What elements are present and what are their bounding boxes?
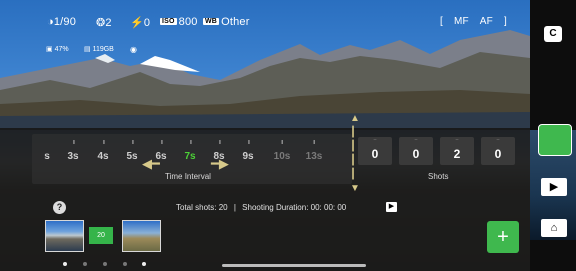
custom-mode-button[interactable]: C — [544, 26, 562, 42]
play-icon[interactable]: ▶ — [541, 178, 567, 196]
interval-tick[interactable]: 3s — [67, 140, 79, 162]
camera-battery-icon: ▣ — [46, 46, 53, 53]
interval-tick[interactable]: 13s — [306, 140, 322, 162]
total-shots-label: Total shots: — [176, 203, 217, 212]
help-icon[interactable]: ? — [53, 201, 66, 214]
ev-readout[interactable]: ❂2 — [96, 16, 112, 29]
mf-label[interactable]: MF — [454, 16, 469, 27]
separator: | — [233, 203, 236, 212]
page-dot[interactable] — [103, 262, 107, 266]
summary-next-icon[interactable]: ▶ — [386, 202, 397, 212]
shots-label: Shots — [428, 172, 449, 181]
aperture-icon: ◑ — [47, 16, 54, 28]
interval-tick[interactable]: 5s — [126, 140, 138, 162]
page-dot[interactable] — [123, 262, 127, 266]
focus-bracket-left: [ — [440, 16, 443, 27]
battery-status: ▣ 47% — [46, 46, 69, 53]
scroll-right-arrow-icon: ━▶ — [211, 156, 229, 171]
time-interval-label: Time Interval — [165, 172, 211, 181]
flash-readout[interactable]: ⚡0 — [130, 16, 150, 29]
flash-icon: ⚡ — [130, 17, 144, 29]
interval-tick[interactable]: s — [44, 151, 50, 162]
interval-tick[interactable]: 9s — [242, 140, 254, 162]
visibility-icon[interactable]: ◉ — [130, 45, 137, 54]
storage-status: ▤ 119GB — [84, 46, 114, 53]
interval-tick-selected[interactable]: 7s — [184, 140, 196, 162]
interval-tick[interactable]: 10s — [274, 140, 290, 162]
shutter-readout[interactable]: ◑1/90 — [47, 16, 76, 28]
focus-mode[interactable]: [ MF AF ] — [440, 16, 507, 27]
keyframe-thumbnail-1[interactable] — [45, 220, 84, 252]
page-dot-active[interactable] — [63, 262, 67, 266]
duration-label: Shooting Duration: — [242, 203, 309, 212]
home-indicator — [222, 264, 366, 267]
shots-digit[interactable]: –2 — [440, 137, 474, 165]
shots-digit[interactable]: –0 — [358, 137, 392, 165]
ev-icon: ❂ — [96, 17, 106, 29]
shots-digit[interactable]: –0 — [481, 137, 515, 165]
shots-digit[interactable]: –0 — [399, 137, 433, 165]
focus-bracket-right: ] — [503, 16, 507, 27]
duration-value: 00: 00: 00 — [310, 203, 347, 212]
iso-readout[interactable]: ISO 800 — [160, 16, 198, 28]
iso-badge: ISO — [160, 18, 177, 25]
keyframe-thumbnail-2[interactable] — [122, 220, 161, 252]
shutter-button[interactable] — [538, 124, 572, 156]
wb-badge: WB — [203, 18, 220, 25]
page-dot[interactable] — [142, 262, 146, 266]
home-icon[interactable]: ⌂ — [541, 219, 567, 237]
add-keyframe-button[interactable]: + — [487, 221, 519, 253]
summary-line: Total shots: 20 | Shooting Duration: 00:… — [176, 203, 346, 212]
interval-tick[interactable]: 4s — [97, 140, 109, 162]
keyframe-interval[interactable]: 20 — [89, 227, 113, 244]
total-shots-value: 20 — [218, 203, 228, 212]
scroll-left-arrow-icon: ◀━ — [142, 156, 160, 171]
page-dot[interactable] — [83, 262, 87, 266]
wb-readout[interactable]: WB Other — [203, 16, 250, 28]
sd-card-icon: ▤ — [84, 46, 91, 53]
af-label[interactable]: AF — [480, 16, 493, 27]
